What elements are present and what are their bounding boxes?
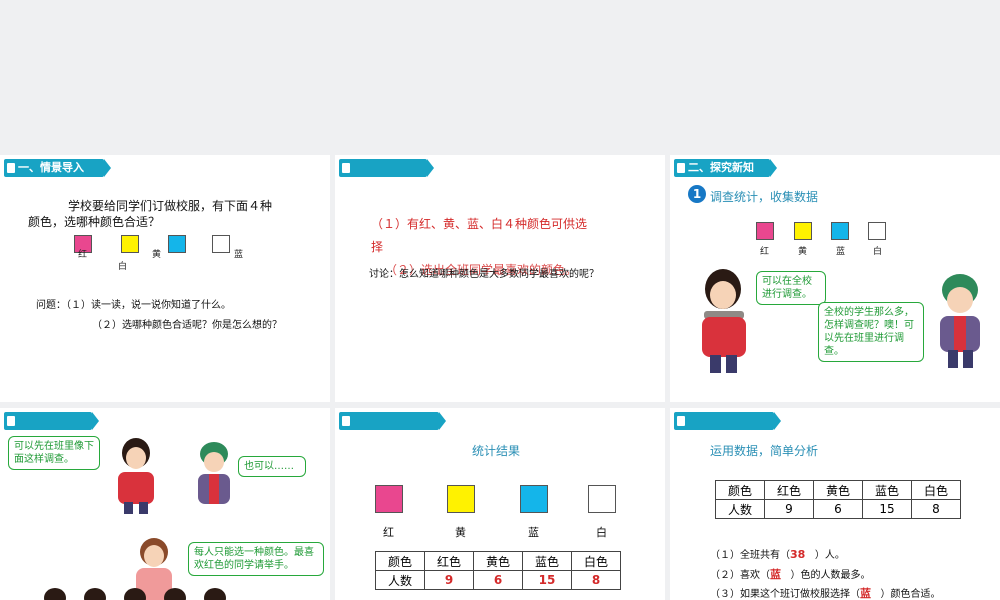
label-blue: 蓝 <box>836 247 846 257</box>
answer-prefix: （１）全班共有（ <box>710 550 790 561</box>
intro-line-2: 颜色，选哪种颜色合适？ <box>28 215 161 229</box>
white-swatch <box>868 222 886 240</box>
statistics-table: 颜色 红色 黄色 蓝色 白色 人数 9 6 15 8 <box>715 480 961 519</box>
table-cell: 6 <box>473 570 523 590</box>
table-cell: 红色 <box>764 480 814 500</box>
speech-bubble-b: 也可以…… <box>238 456 306 477</box>
students-raising-hands-illustration <box>44 588 226 600</box>
blank-header-area <box>0 0 1000 150</box>
answer-prefix: （２）喜欢（ <box>710 570 770 581</box>
table-cell: 人数 <box>375 570 425 590</box>
answer-line-1: （１）全班共有（38 ）人。 <box>710 546 845 561</box>
section-tag: 二、探究新知 <box>674 159 777 177</box>
label-yellow: 黄 <box>152 250 162 260</box>
table-cell: 人数 <box>715 499 765 519</box>
label-yellow: 黄 <box>455 526 466 539</box>
slide-thumbnail-3[interactable]: 二、探究新知 1 调查统计，收集数据 红 黄 蓝 白 可以在全校进行调查。 全校… <box>670 155 1000 402</box>
answer-value: 38 <box>790 548 806 561</box>
analysis-heading: 运用数据，简单分析 <box>710 444 819 458</box>
label-yellow: 黄 <box>798 247 808 257</box>
section-tag-empty <box>339 412 446 430</box>
answer-value: 蓝 <box>860 587 871 600</box>
answer-value: 蓝 <box>770 568 781 581</box>
speech-bubble-left: 可以在全校进行调查。 <box>756 271 826 305</box>
answer-suffix: ）色的人数最多。 <box>790 570 871 581</box>
slide-thumbnail-5[interactable]: 统计结果 红 黄 蓝 白 颜色 红色 黄色 蓝色 白色 人数 9 6 15 8 <box>335 408 665 600</box>
yellow-swatch <box>121 235 139 253</box>
speech-bubble-right: 全校的学生那么多，怎样调查呢？噢！可以先在班里进行调查。 <box>818 302 924 362</box>
section-tag-empty <box>339 159 434 177</box>
table-cell: 颜色 <box>715 480 765 500</box>
table-row: 颜色 红色 黄色 蓝色 白色 <box>375 551 621 571</box>
option-line-1: （１）有红、黄、蓝、白４种颜色可供选 <box>371 217 588 231</box>
table-row: 人数 9 6 15 8 <box>375 570 621 590</box>
section-tag: 一、情景导入 <box>4 159 111 177</box>
label-red: 红 <box>78 250 88 260</box>
answer-prefix: （３）如果这个班订做校服选择（ <box>710 589 860 600</box>
speech-bubble-c: 每人只能选一种颜色。最喜欢红色的同学请举手。 <box>188 542 324 576</box>
section-tag-empty <box>4 412 99 430</box>
slide-thumbnail-4[interactable]: 可以先在班里像下面这样调查。 也可以…… 每人只能选一种颜色。最喜欢红色的同学请… <box>0 408 330 600</box>
table-cell: 6 <box>813 499 863 519</box>
table-cell: 8 <box>911 499 961 519</box>
answer-line-3: （３）如果这个班订做校服选择（蓝 ）颜色合适。 <box>710 585 941 600</box>
slide-thumbnail-1[interactable]: 一、情景导入 学校要给同学们订做校服，有下面４种 颜色，选哪种颜色合适？ 红 白… <box>0 155 330 402</box>
answer-suffix: ）人。 <box>814 550 845 561</box>
result-heading: 统计结果 <box>472 444 521 458</box>
label-white: 白 <box>873 247 883 257</box>
table-cell: 蓝色 <box>522 551 572 571</box>
table-cell: 9 <box>764 499 814 519</box>
table-cell: 9 <box>424 570 474 590</box>
label-blue: 蓝 <box>234 250 244 260</box>
label-blue: 蓝 <box>528 526 539 539</box>
table-cell: 红色 <box>424 551 474 571</box>
table-cell: 15 <box>522 570 572 590</box>
girl-illustration <box>198 442 230 504</box>
boy-illustration <box>118 438 154 514</box>
white-swatch <box>212 235 230 253</box>
blue-swatch <box>520 485 548 513</box>
speech-bubble-a: 可以先在班里像下面这样调查。 <box>8 436 100 470</box>
boy-illustration <box>702 269 746 373</box>
question-2: （２）选哪种颜色合适呢？你是怎么想的？ <box>92 320 282 331</box>
slide-thumbnail-2[interactable]: （１）有红、黄、蓝、白４种颜色可供选 择 （２）选出全班同学最喜欢的颜色。 讨论… <box>335 155 665 402</box>
question-1: 问题：（１）读一读，说一说你知道了什么。 <box>36 300 231 311</box>
section-tag-empty <box>674 412 781 430</box>
step-heading: 调查统计，收集数据 <box>710 190 819 204</box>
option-line-2: 择 <box>371 240 384 254</box>
slide-thumbnail-6[interactable]: 运用数据，简单分析 颜色 红色 黄色 蓝色 白色 人数 9 6 15 8 （１）… <box>670 408 1000 600</box>
girl-illustration <box>940 274 980 368</box>
table-cell: 黄色 <box>473 551 523 571</box>
table-row: 颜色 红色 黄色 蓝色 白色 <box>715 480 961 500</box>
blue-swatch <box>168 235 186 253</box>
white-swatch <box>588 485 616 513</box>
table-cell: 白色 <box>571 551 621 571</box>
label-red: 红 <box>383 526 394 539</box>
yellow-swatch <box>447 485 475 513</box>
table-cell: 白色 <box>911 480 961 500</box>
table-cell: 15 <box>862 499 912 519</box>
intro-line-1: 学校要给同学们订做校服，有下面４种 <box>68 199 273 213</box>
red-swatch <box>375 485 403 513</box>
table-row: 人数 9 6 15 8 <box>715 499 961 519</box>
table-cell: 颜色 <box>375 551 425 571</box>
label-white: 白 <box>596 526 607 539</box>
label-white: 白 <box>118 262 128 272</box>
table-cell: 黄色 <box>813 480 863 500</box>
table-cell: 8 <box>571 570 621 590</box>
step-number-badge: 1 <box>688 185 706 203</box>
yellow-swatch <box>794 222 812 240</box>
answer-suffix: ）颜色合适。 <box>880 589 941 600</box>
label-red: 红 <box>760 247 770 257</box>
red-swatch <box>756 222 774 240</box>
answer-line-2: （２）喜欢（蓝 ）色的人数最多。 <box>710 566 871 582</box>
table-cell: 蓝色 <box>862 480 912 500</box>
discussion-line: 讨论：怎么知道哪种颜色是大多数同学最喜欢的呢？ <box>369 269 599 280</box>
blue-swatch <box>831 222 849 240</box>
statistics-table: 颜色 红色 黄色 蓝色 白色 人数 9 6 15 8 <box>375 551 621 590</box>
